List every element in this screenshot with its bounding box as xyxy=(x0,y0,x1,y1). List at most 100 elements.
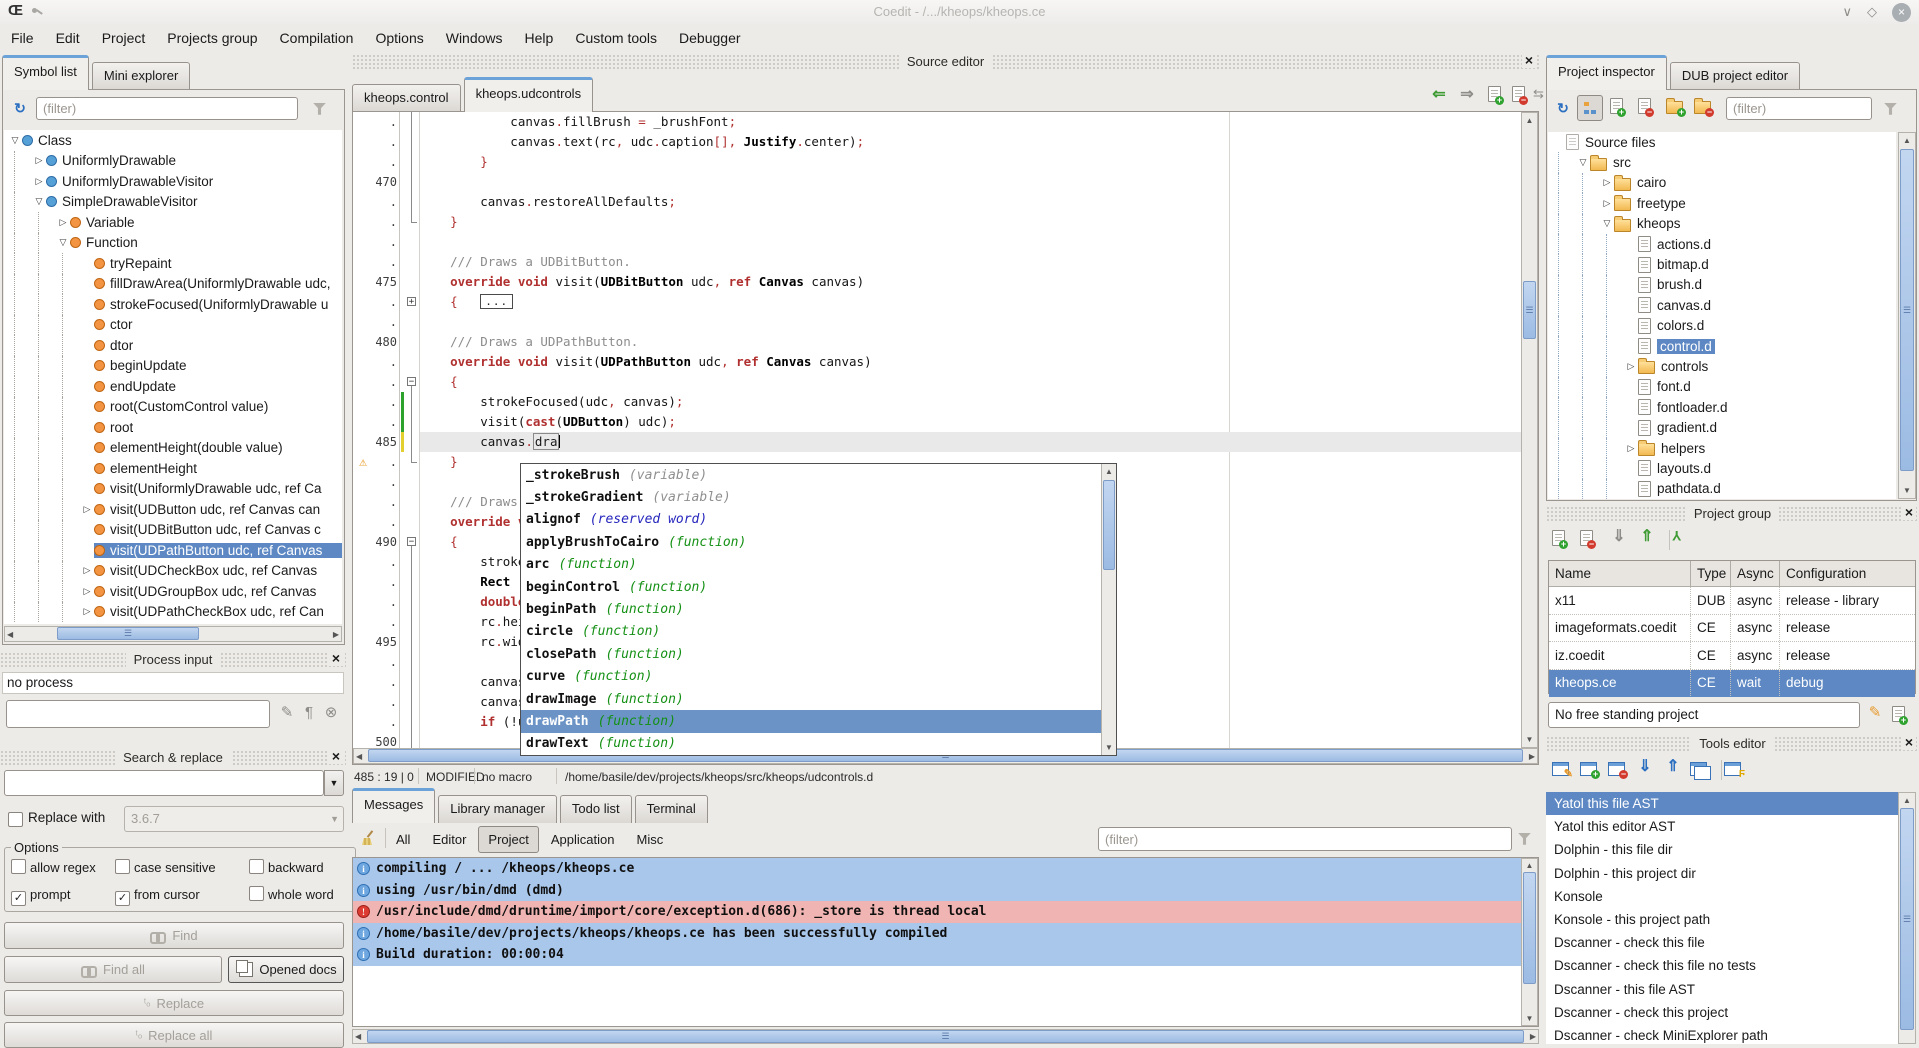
code-line[interactable]: .+ { ... xyxy=(353,292,1521,312)
expand-icon[interactable]: ▷ xyxy=(80,586,94,597)
symbol-tree-item[interactable]: root(CustomControl value) xyxy=(4,397,342,418)
tool-item[interactable]: Konsole - this project path xyxy=(1546,908,1899,931)
scroll-right-icon[interactable]: ▶ xyxy=(1529,752,1535,761)
edit-free-standing-button[interactable]: ✎ xyxy=(1866,704,1884,722)
tool-add-button[interactable]: + xyxy=(1580,760,1597,781)
menu-options[interactable]: Options xyxy=(364,24,434,52)
tool-item[interactable]: Dscanner - check this file no tests xyxy=(1546,954,1899,977)
code-line[interactable]: . canvas.fillBrush = _brushFont; xyxy=(353,112,1521,132)
scroll-down-icon[interactable]: ▼ xyxy=(1522,1014,1537,1023)
menu-file[interactable]: File xyxy=(0,24,45,52)
process-kill-button[interactable]: ⊗ xyxy=(322,704,340,722)
expand-icon[interactable]: ▷ xyxy=(1624,443,1638,454)
editor-tab-kheops-control[interactable]: kheops.control xyxy=(352,84,461,112)
opened-docs-button[interactable]: Opened docs xyxy=(228,956,344,983)
scroll-down-icon[interactable]: ▼ xyxy=(1102,743,1116,752)
fold-collapse-icon[interactable]: − xyxy=(407,377,416,386)
messages-hscrollbar[interactable]: ◀ ☰ ▶ xyxy=(352,1029,1539,1044)
file-tree-item[interactable]: control.d xyxy=(1548,336,1896,356)
replace-button[interactable]: ᵗₒReplace xyxy=(4,990,344,1016)
code-line[interactable]: 475 override void visit(UDBitButton udc,… xyxy=(353,272,1521,292)
group-remove-project-button[interactable]: − xyxy=(1580,530,1593,551)
search-input[interactable] xyxy=(4,770,324,796)
checkbox-backward[interactable] xyxy=(249,859,264,874)
menu-help[interactable]: Help xyxy=(514,24,565,52)
editor-split-button[interactable]: ⇆ xyxy=(1533,86,1544,102)
symbol-refresh-button[interactable]: ↻ xyxy=(8,96,32,120)
message-row[interactable]: icompiling / ... /kheops/kheops.ce xyxy=(353,858,1521,880)
symbol-tree-item[interactable]: elementHeight xyxy=(4,458,342,479)
right-splitter[interactable] xyxy=(1539,52,1546,1044)
symbol-tree-item[interactable]: strokeFocused(UniformlyDrawable u xyxy=(4,294,342,315)
inspector-remove-folder-button[interactable]: − xyxy=(1694,98,1711,119)
scroll-up-icon[interactable]: ▲ xyxy=(1899,796,1915,805)
completion-item[interactable]: drawPath(function) xyxy=(521,710,1116,732)
scroll-down-icon[interactable]: ▼ xyxy=(1522,735,1537,744)
clear-messages-button[interactable] xyxy=(356,826,380,850)
symbol-tree-item[interactable]: dtor xyxy=(4,335,342,356)
group-move-up-button[interactable]: ⇑ xyxy=(1638,528,1656,546)
table-row[interactable]: kheops.ceCEwaitdebug xyxy=(1549,670,1915,698)
inspector-filter-input[interactable] xyxy=(1726,97,1872,120)
file-tree-item[interactable]: ▷cairo xyxy=(1548,173,1896,193)
messages-filter-clear-button[interactable] xyxy=(1518,830,1531,848)
replace-with-checkbox[interactable] xyxy=(8,812,23,827)
column-header-configuration[interactable]: Configuration xyxy=(1780,561,1915,586)
tool-clone-button[interactable] xyxy=(1690,760,1707,781)
expand-icon[interactable]: ▷ xyxy=(32,155,46,166)
collapse-icon[interactable]: ▽ xyxy=(32,196,46,207)
tab-library-manager[interactable]: Library manager xyxy=(438,795,557,823)
menu-project[interactable]: Project xyxy=(91,24,157,52)
completion-item[interactable]: closePath(function) xyxy=(521,643,1116,665)
symbol-tree-item[interactable]: ▷visit(UDPathCheckBox udc, ref Can xyxy=(4,602,342,623)
code-line[interactable]: .− { xyxy=(353,372,1521,392)
symbol-tree-item[interactable]: ▷Variable xyxy=(4,212,342,233)
editor-close-document-button[interactable]: − xyxy=(1512,86,1525,107)
close-icon[interactable]: × xyxy=(1892,3,1911,22)
file-tree-item[interactable]: pathdata.d xyxy=(1548,479,1896,499)
checkbox-allow-regex[interactable] xyxy=(11,859,26,874)
inspector-refresh-button[interactable]: ↻ xyxy=(1551,96,1575,120)
column-header-async[interactable]: Async xyxy=(1731,561,1780,586)
symbol-tree-item[interactable]: ▷UniformlyDrawable xyxy=(4,151,342,172)
tool-run-button[interactable]: Ϝ xyxy=(1724,760,1741,781)
table-row[interactable]: x11DUBasyncrelease - library xyxy=(1549,587,1915,615)
completion-item[interactable]: arc(function) xyxy=(521,554,1116,576)
scroll-left-icon[interactable]: ◀ xyxy=(7,630,13,639)
tool-item[interactable]: Dscanner - check this project xyxy=(1546,1001,1899,1024)
symbol-tree-item[interactable]: ▽Function xyxy=(4,233,342,254)
inspector-add-folder-button[interactable]: + xyxy=(1666,98,1683,119)
fold-expand-icon[interactable]: + xyxy=(407,297,416,306)
column-header-type[interactable]: Type xyxy=(1691,561,1731,586)
close-source-editor-button[interactable]: × xyxy=(1522,52,1536,68)
symbol-tree-item[interactable]: visit(UDBitButton udc, ref Canvas c xyxy=(4,520,342,541)
code-line[interactable]: . strokeFocused(udc, canvas); xyxy=(353,392,1521,412)
code-line[interactable]: 470 xyxy=(353,172,1521,192)
code-line[interactable]: . } xyxy=(353,212,1521,232)
symbol-tree-item[interactable]: tryRepaint xyxy=(4,253,342,274)
collapse-icon[interactable]: ▽ xyxy=(8,135,22,146)
tool-item[interactable]: Dolphin - this project dir xyxy=(1546,862,1899,885)
search-dropdown-button[interactable]: ▼ xyxy=(324,770,344,796)
tool-item[interactable]: Dscanner - this file AST xyxy=(1546,978,1899,1001)
symbol-tree-item[interactable]: ctor xyxy=(4,315,342,336)
checkbox-from-cursor[interactable]: ✓ xyxy=(115,891,130,906)
table-row[interactable]: iz.coeditCEasyncrelease xyxy=(1549,642,1915,670)
file-tree-item[interactable]: actions.d xyxy=(1548,234,1896,254)
process-input-field[interactable] xyxy=(6,700,270,728)
file-tree-item[interactable]: ▽src xyxy=(1548,152,1896,172)
find-button[interactable]: Find xyxy=(4,922,344,949)
filter-all[interactable]: All xyxy=(386,826,420,853)
tool-move-down-button[interactable]: ⇓ xyxy=(1636,758,1654,776)
fold-column[interactable]: − xyxy=(405,532,420,552)
code-line[interactable]: . } xyxy=(353,152,1521,172)
symbol-filter-clear-button[interactable] xyxy=(313,100,326,118)
expand-icon[interactable]: ▷ xyxy=(56,217,70,228)
group-move-down-button[interactable]: ⇓ xyxy=(1610,528,1628,546)
symbol-filter-input[interactable] xyxy=(36,97,298,120)
symbol-tree-item[interactable]: beginUpdate xyxy=(4,356,342,377)
menu-edit[interactable]: Edit xyxy=(45,24,91,52)
completion-item[interactable]: alignof(reserved word) xyxy=(521,509,1116,531)
inspector-filter-clear-button[interactable] xyxy=(1884,100,1897,118)
expand-icon[interactable]: ▷ xyxy=(1600,198,1614,209)
